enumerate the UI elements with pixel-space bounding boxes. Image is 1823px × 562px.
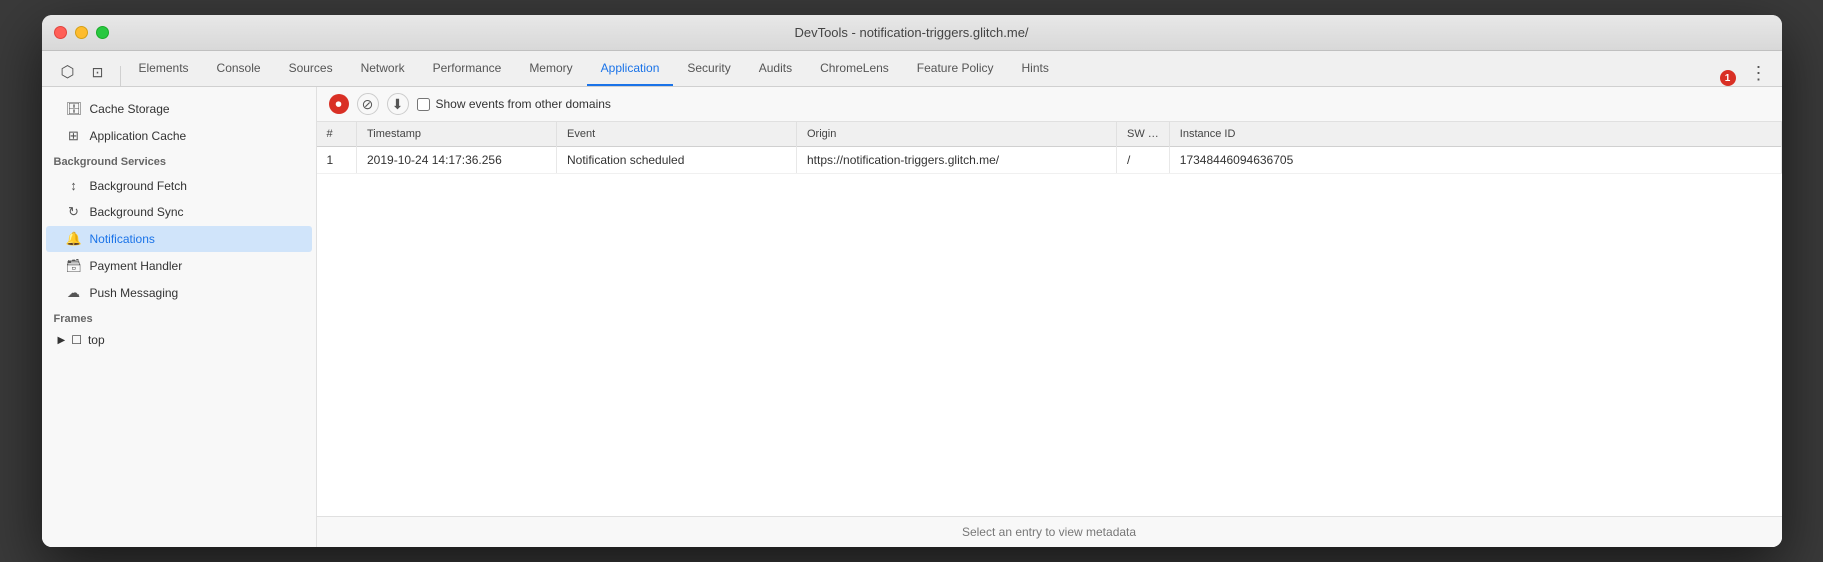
error-count: 1 bbox=[1720, 70, 1736, 86]
error-badge: 1 bbox=[1720, 70, 1736, 86]
tab-application[interactable]: Application bbox=[587, 51, 674, 86]
cache-storage-icon: 🗄 bbox=[66, 101, 82, 117]
main-area: 🗄 Cache Storage ⊞ Application Cache Back… bbox=[42, 87, 1782, 547]
cell-num: 1 bbox=[317, 147, 357, 174]
inspect-mode-btn[interactable]: ⬡ bbox=[54, 58, 82, 86]
background-fetch-icon: ↕ bbox=[66, 178, 82, 193]
sidebar-item-payment-handler[interactable]: 🗃 Payment Handler bbox=[46, 253, 312, 279]
frames-top-arrow-icon: ▶ bbox=[58, 335, 66, 346]
sidebar-item-push-messaging[interactable]: ☁ Push Messaging bbox=[46, 280, 312, 306]
record-button[interactable]: ⏺ bbox=[329, 94, 349, 114]
cell-event: Notification scheduled bbox=[557, 147, 797, 174]
sidebar-item-payment-handler-label: Payment Handler bbox=[90, 259, 183, 273]
maximize-button[interactable] bbox=[96, 26, 109, 39]
cell-origin: https://notification-triggers.glitch.me/ bbox=[797, 147, 1117, 174]
close-button[interactable] bbox=[54, 26, 67, 39]
status-bar: Select an entry to view metadata bbox=[317, 516, 1782, 547]
show-other-domains-label[interactable]: Show events from other domains bbox=[417, 97, 611, 111]
cell-timestamp: 2019-10-24 14:17:36.256 bbox=[357, 147, 557, 174]
sidebar-item-cache-storage-label: Cache Storage bbox=[90, 102, 170, 116]
push-messaging-icon: ☁ bbox=[66, 285, 82, 301]
titlebar: DevTools - notification-triggers.glitch.… bbox=[42, 15, 1782, 51]
payment-handler-icon: 🗃 bbox=[66, 258, 82, 274]
background-sync-icon: ↻ bbox=[66, 204, 82, 220]
col-header-sw: SW … bbox=[1117, 122, 1170, 147]
tab-audits[interactable]: Audits bbox=[745, 51, 806, 86]
devtools-window: DevTools - notification-triggers.glitch.… bbox=[42, 15, 1782, 547]
tab-feature-policy[interactable]: Feature Policy bbox=[903, 51, 1008, 86]
table-wrapper[interactable]: # Timestamp Event Origin SW … Instance I… bbox=[317, 122, 1782, 516]
show-other-domains-text: Show events from other domains bbox=[436, 97, 611, 111]
sidebar-item-push-messaging-label: Push Messaging bbox=[90, 286, 179, 300]
table-row[interactable]: 1 2019-10-24 14:17:36.256 Notification s… bbox=[317, 147, 1782, 174]
notifications-icon: 🔔 bbox=[66, 231, 82, 247]
sidebar: 🗄 Cache Storage ⊞ Application Cache Back… bbox=[42, 87, 317, 547]
export-button[interactable]: ⬇ bbox=[387, 93, 409, 115]
application-cache-icon: ⊞ bbox=[66, 128, 82, 144]
tab-sources[interactable]: Sources bbox=[275, 51, 347, 86]
tab-chromelens[interactable]: ChromeLens bbox=[806, 51, 903, 86]
content-toolbar: ⏺ ⊘ ⬇ Show events from other domains bbox=[317, 87, 1782, 122]
tab-elements[interactable]: Elements bbox=[125, 51, 203, 86]
clear-button[interactable]: ⊘ bbox=[357, 93, 379, 115]
col-header-event: Event bbox=[557, 122, 797, 147]
sidebar-item-application-cache-label: Application Cache bbox=[90, 129, 187, 143]
table-body: 1 2019-10-24 14:17:36.256 Notification s… bbox=[317, 147, 1782, 174]
tab-hints[interactable]: Hints bbox=[1008, 51, 1063, 86]
col-header-instance-id: Instance ID bbox=[1169, 122, 1781, 147]
toolbar-divider bbox=[120, 66, 121, 86]
frames-top-folder-icon: ☐ bbox=[71, 333, 82, 347]
tab-network[interactable]: Network bbox=[347, 51, 419, 86]
status-text: Select an entry to view metadata bbox=[962, 525, 1136, 539]
sidebar-item-application-cache[interactable]: ⊞ Application Cache bbox=[46, 123, 312, 149]
sidebar-item-background-fetch[interactable]: ↕ Background Fetch bbox=[46, 173, 312, 198]
tab-console[interactable]: Console bbox=[203, 51, 275, 86]
more-options-button[interactable]: ⋮ bbox=[1744, 61, 1774, 86]
sidebar-item-background-fetch-label: Background Fetch bbox=[90, 179, 187, 193]
frames-top-label: top bbox=[88, 333, 105, 347]
sidebar-item-notifications[interactable]: 🔔 Notifications bbox=[46, 226, 312, 252]
window-title: DevTools - notification-triggers.glitch.… bbox=[794, 25, 1028, 40]
show-other-domains-checkbox[interactable] bbox=[417, 98, 430, 111]
background-services-label: Background Services bbox=[54, 156, 167, 168]
sidebar-item-notifications-label: Notifications bbox=[90, 232, 155, 246]
col-header-timestamp: Timestamp bbox=[357, 122, 557, 147]
cell-sw: / bbox=[1117, 147, 1170, 174]
content-area: ⏺ ⊘ ⬇ Show events from other domains # T… bbox=[317, 87, 1782, 547]
traffic-lights bbox=[54, 26, 109, 39]
sidebar-item-frames-top[interactable]: ▶ ☐ top bbox=[42, 329, 316, 351]
col-header-num: # bbox=[317, 122, 357, 147]
table-header-row: # Timestamp Event Origin SW … Instance I… bbox=[317, 122, 1782, 147]
tab-performance[interactable]: Performance bbox=[419, 51, 516, 86]
tab-security[interactable]: Security bbox=[673, 51, 744, 86]
tab-memory[interactable]: Memory bbox=[515, 51, 586, 86]
col-header-origin: Origin bbox=[797, 122, 1117, 147]
notifications-table: # Timestamp Event Origin SW … Instance I… bbox=[317, 122, 1782, 174]
cell-instance-id: 17348446094636705 bbox=[1169, 147, 1781, 174]
nav-tabs: ⬡ ⊡ Elements Console Sources Network Per… bbox=[42, 51, 1782, 87]
frames-section: Frames bbox=[42, 307, 316, 329]
sidebar-item-background-sync[interactable]: ↻ Background Sync bbox=[46, 199, 312, 225]
device-mode-btn[interactable]: ⊡ bbox=[84, 58, 112, 86]
background-services-section: Background Services bbox=[42, 150, 316, 172]
sidebar-item-cache-storage[interactable]: 🗄 Cache Storage bbox=[46, 96, 312, 122]
minimize-button[interactable] bbox=[75, 26, 88, 39]
frames-label: Frames bbox=[54, 313, 93, 325]
sidebar-item-background-sync-label: Background Sync bbox=[90, 205, 184, 219]
